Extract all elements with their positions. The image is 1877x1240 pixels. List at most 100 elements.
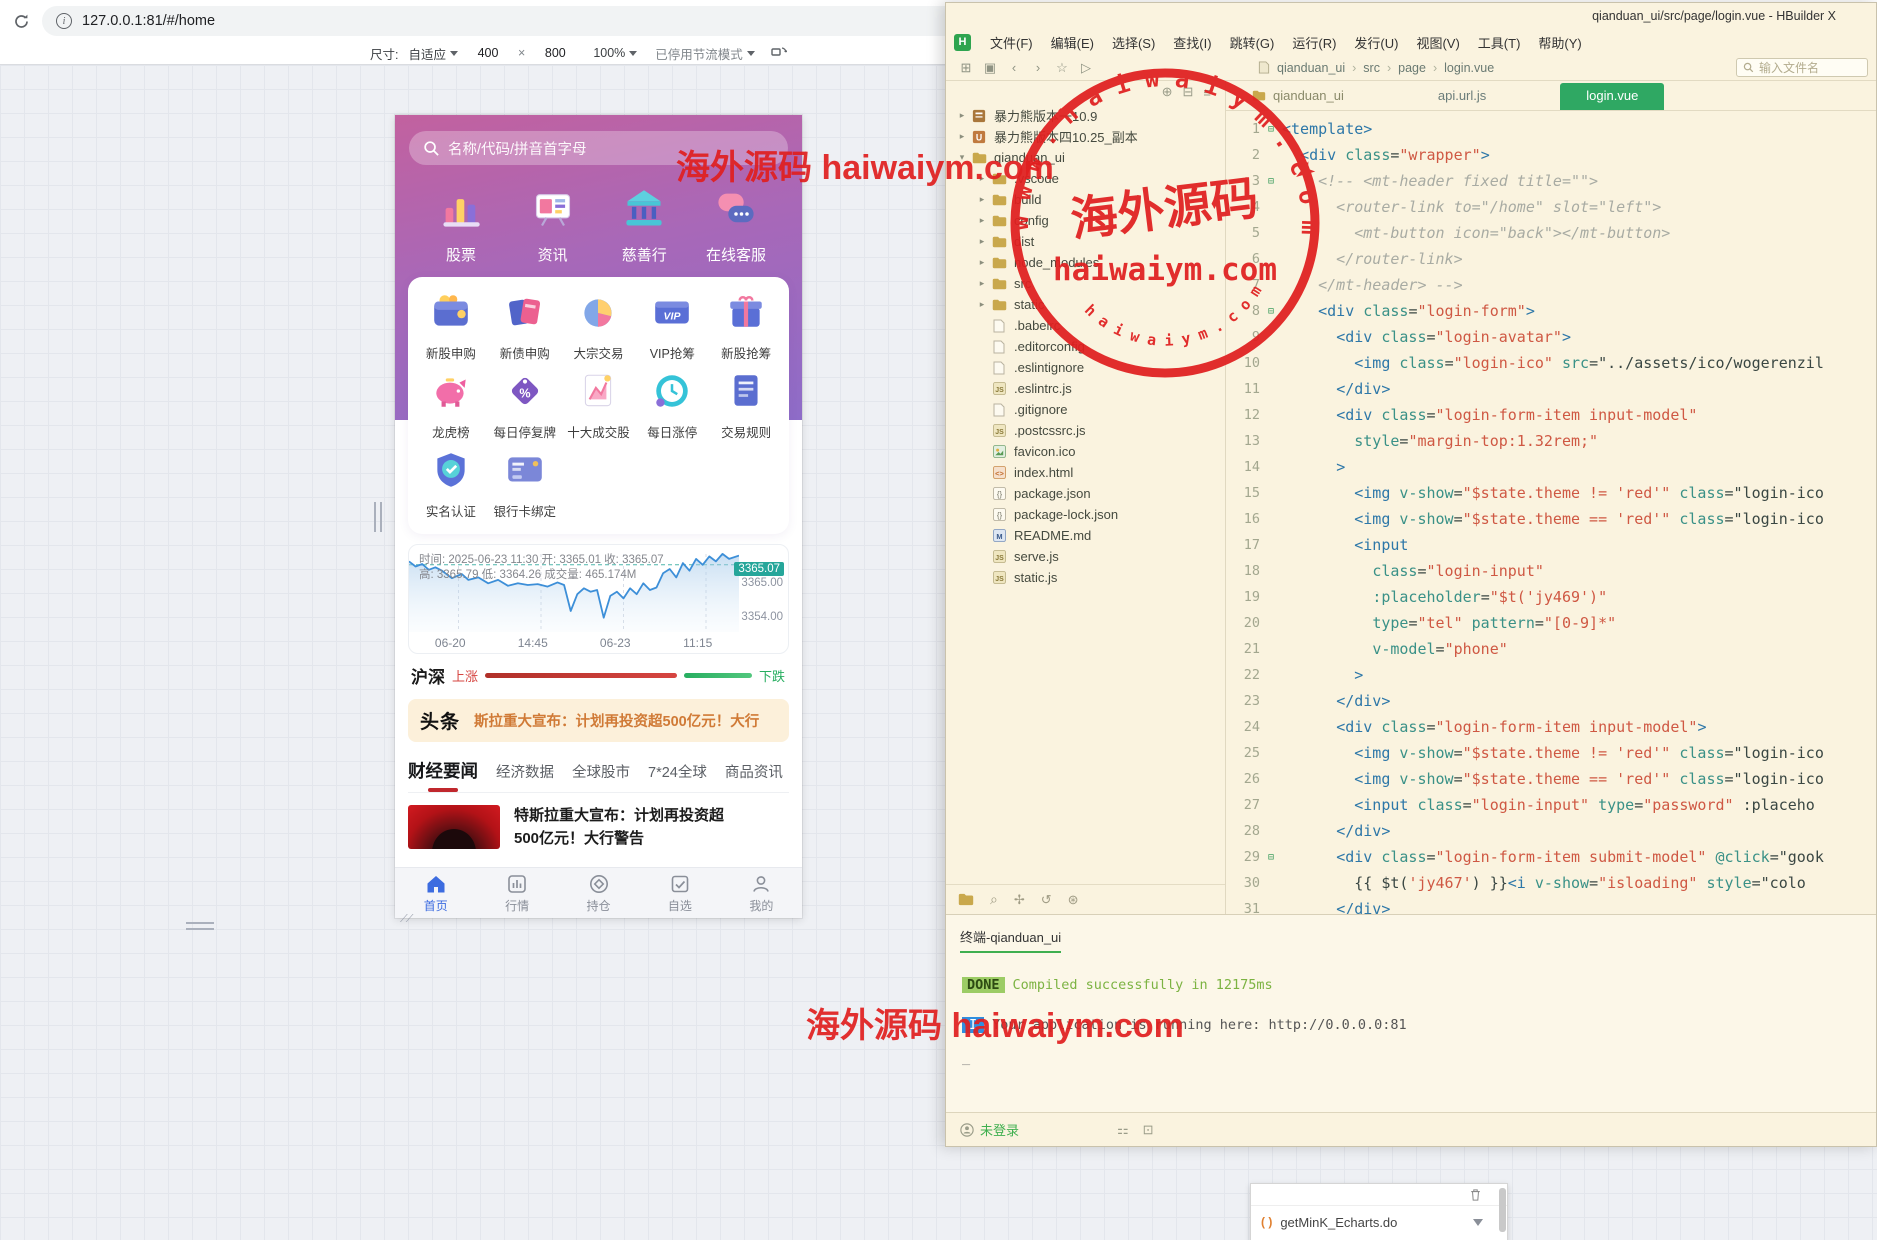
ide-menu-item[interactable]: 跳转(G) — [1221, 33, 1284, 52]
news-tab-5[interactable]: 商品资讯 — [725, 761, 783, 782]
code-line-24[interactable]: 24 <div class="login-form-item input-mod… — [1226, 714, 1876, 740]
ide-menu-item[interactable]: 运行(R) — [1283, 33, 1345, 52]
tree-chevron-icon[interactable]: ▸ — [976, 257, 988, 268]
nav-watchlist[interactable]: 自选 — [639, 868, 720, 918]
quick-link-stock[interactable]: 股票 — [423, 187, 499, 265]
device-height-input[interactable]: 800 — [535, 46, 575, 60]
device-size-select[interactable]: 自适应 — [408, 44, 458, 63]
breadcrumb-segment[interactable]: src — [1363, 61, 1380, 75]
debug-icon[interactable]: ✢ — [1014, 892, 1025, 908]
tree-chevron-icon[interactable]: ▸ — [976, 236, 988, 247]
dropdown-item[interactable]: ( ) getMinK_Echarts.do — [1251, 1206, 1507, 1238]
code-line-29[interactable]: 29 ⊟ <div class="login-form-item submit-… — [1226, 844, 1876, 870]
site-info-icon[interactable]: i — [56, 13, 72, 29]
resize-grip-corner[interactable]: ⟋⟋ — [400, 913, 413, 926]
tree-chevron-icon[interactable]: ▸ — [976, 194, 988, 205]
news-tab-2[interactable]: 经济数据 — [496, 761, 554, 782]
feature-cards[interactable]: 新债申购 — [488, 291, 562, 362]
tree-item-.postcssrc.js[interactable]: JS .postcssrc.js — [946, 420, 1225, 441]
tree-chevron-icon[interactable]: ▸ — [956, 110, 968, 121]
quick-link-chat[interactable]: 在线客服 — [698, 187, 774, 265]
code-line-26[interactable]: 26 <img v-show="$state.theme == 'red'" c… — [1226, 766, 1876, 792]
feature-tag[interactable]: % 每日停复牌 — [488, 370, 562, 441]
code-line-17[interactable]: 17 <input — [1226, 532, 1876, 558]
nav-quotes[interactable]: 行情 — [476, 868, 557, 918]
terminal-tab[interactable]: 终端-qianduan_ui — [960, 927, 1062, 953]
feature-vip[interactable]: VIP VIP抢筹 — [635, 291, 709, 362]
feature-clock[interactable]: 每日涨停 — [635, 370, 709, 441]
terminal-toggle-icon[interactable]: ⊡ — [1143, 1122, 1154, 1138]
tree-item-serve.js[interactable]: JS serve.js — [946, 546, 1225, 567]
code-line-16[interactable]: 16 <img v-show="$state.theme == 'red'" c… — [1226, 506, 1876, 532]
feature-pie[interactable]: 大宗交易 — [562, 291, 636, 362]
ide-menu-item[interactable]: 视图(V) — [1407, 33, 1468, 52]
tree-item-favicon.ico[interactable]: favicon.ico — [946, 441, 1225, 462]
ide-menu-item[interactable]: 查找(I) — [1164, 33, 1220, 52]
plugins-icon[interactable]: ⊛ — [1068, 892, 1079, 908]
fold-icon[interactable]: ⊟ — [1260, 852, 1282, 863]
tree-item-index.html[interactable]: <> index.html — [946, 462, 1225, 483]
news-tab-3[interactable]: 全球股市 — [572, 761, 630, 782]
code-line-21[interactable]: 21 v-model="phone" — [1226, 636, 1876, 662]
code-line-22[interactable]: 22 > — [1226, 662, 1876, 688]
code-line-18[interactable]: 18 class="login-input" — [1226, 558, 1876, 584]
files-tab-icon[interactable] — [958, 893, 974, 906]
editor-tab-login.vue[interactable]: login.vue — [1560, 83, 1665, 110]
code-line-23[interactable]: 23 </div> — [1226, 688, 1876, 714]
resize-handle-left[interactable] — [374, 502, 382, 532]
feature-rules[interactable]: 交易规则 — [709, 370, 783, 441]
resize-handle-bottom[interactable] — [186, 922, 214, 930]
tree-item-.gitignore[interactable]: .gitignore — [946, 399, 1225, 420]
nav-home[interactable]: 首页 — [395, 868, 476, 918]
tree-chevron-icon[interactable]: ▸ — [976, 299, 988, 310]
feature-gift[interactable]: 新股抢筹 — [709, 291, 783, 362]
reload-icon[interactable] — [8, 8, 34, 34]
code-line-12[interactable]: 12 <div class="login-form-item input-mod… — [1226, 402, 1876, 428]
index-chart-card[interactable]: 时间: 2025-06-23 11:30 开: 3365.01 收: 3365.… — [408, 544, 789, 654]
news-tab-1[interactable]: 财经要闻 — [408, 758, 478, 783]
tree-item-static.js[interactable]: JS static.js — [946, 567, 1225, 588]
code-line-25[interactable]: 25 <img v-show="$state.theme != 'red'" c… — [1226, 740, 1876, 766]
file-search-input[interactable]: 输入文件名 — [1736, 58, 1868, 77]
tree-chevron-icon[interactable]: ▸ — [976, 215, 988, 226]
code-line-30[interactable]: 30 {{ $t('jy467') }}<i v-show="isloading… — [1226, 870, 1876, 896]
feature-shield[interactable]: 实名认证 — [414, 449, 488, 520]
code-line-28[interactable]: 28 </div> — [1226, 818, 1876, 844]
feature-piggy[interactable]: 龙虎榜 — [414, 370, 488, 441]
nav-mine[interactable]: 我的 — [721, 868, 802, 918]
rotate-device-icon[interactable] — [771, 45, 788, 62]
breadcrumb-segment[interactable]: page — [1398, 61, 1426, 75]
code-line-14[interactable]: 14 > — [1226, 454, 1876, 480]
editor-tab-api.url.js[interactable]: api.url.js — [1412, 83, 1512, 110]
tree-item-README.md[interactable]: M README.md — [946, 525, 1225, 546]
tree-item-package-lock.json[interactable]: {} package-lock.json — [946, 504, 1225, 525]
feature-bankcard[interactable]: 银行卡绑定 — [488, 449, 562, 520]
news-list-item[interactable]: 特斯拉重大宣布：计划再投资超 500亿元！大行警告 — [408, 805, 789, 850]
throttle-select[interactable]: 已停用节流模式 — [655, 44, 755, 63]
ide-menu-item[interactable]: 编辑(E) — [1042, 33, 1103, 52]
feature-doc[interactable]: 十大成交股 — [562, 370, 636, 441]
popup-scrollbar[interactable] — [1499, 1188, 1506, 1232]
feature-wallet[interactable]: 新股申购 — [414, 291, 488, 362]
quick-link-bank[interactable]: 慈善行 — [606, 187, 682, 265]
headline-banner[interactable]: 头条 斯拉重大宣布：计划再投资超500亿元！大行 — [408, 699, 789, 742]
news-tab-4[interactable]: 7*24全球 — [648, 761, 707, 782]
login-status[interactable]: 未登录 — [960, 1120, 1019, 1139]
ide-menu-item[interactable]: 帮助(Y) — [1529, 33, 1590, 52]
nav-positions[interactable]: 持仓 — [558, 868, 639, 918]
terminal-cursor[interactable]: _ — [962, 1050, 970, 1066]
breadcrumb-segment[interactable]: login.vue — [1444, 61, 1494, 75]
outline-icon[interactable]: ⚏ — [1117, 1122, 1129, 1138]
zoom-select[interactable]: 100% — [593, 46, 638, 60]
device-width-input[interactable]: 400 — [468, 46, 508, 60]
delete-icon[interactable] — [1470, 1188, 1481, 1201]
quick-link-news[interactable]: 资讯 — [515, 187, 591, 265]
code-line-13[interactable]: 13 style="margin-top:1.32rem;" — [1226, 428, 1876, 454]
code-line-31[interactable]: 31 </div> — [1226, 896, 1876, 914]
ide-menu-item[interactable]: 工具(T) — [1469, 33, 1530, 52]
code-line-15[interactable]: 15 <img v-show="$state.theme != 'red'" c… — [1226, 480, 1876, 506]
tree-item-package.json[interactable]: {} package.json — [946, 483, 1225, 504]
ide-menu-item[interactable]: 选择(S) — [1103, 33, 1164, 52]
code-line-27[interactable]: 27 <input class="login-input" type="pass… — [1226, 792, 1876, 818]
ide-menu-item[interactable]: 发行(U) — [1345, 33, 1407, 52]
